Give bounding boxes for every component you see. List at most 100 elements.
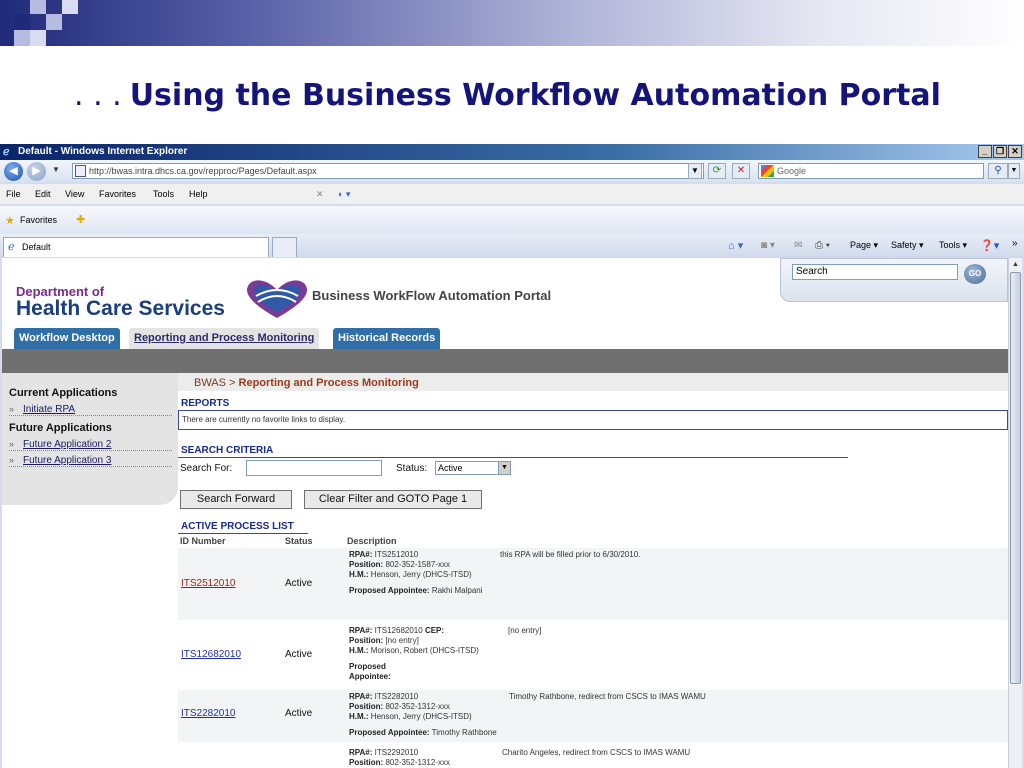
scroll-up-icon[interactable]: ▲ [1010, 259, 1021, 270]
hm-label: H.M.: [349, 646, 369, 655]
menu-tools[interactable]: Tools [153, 184, 174, 204]
url-dropdown-icon[interactable]: ▼ [688, 163, 702, 179]
refresh-icon[interactable]: ⟳ [708, 163, 726, 179]
position-value: 802-352-1587-xxx [385, 560, 450, 569]
cep-label: CEP: [424, 626, 445, 635]
page-scrollbar[interactable]: ▲ [1008, 258, 1022, 768]
status-select-value: Active [438, 463, 463, 473]
help-icon[interactable]: ❓▾ [980, 239, 999, 252]
tools-menu[interactable]: Tools ▾ [939, 240, 967, 251]
url-input[interactable]: http://bwas.intra.dhcs.ca.gov/repproc/Pa… [72, 163, 704, 179]
rpa-value: ITS2512010 [374, 550, 419, 559]
process-status: Active [285, 578, 313, 589]
dhcs-logo: Department of Health Care Services [16, 284, 225, 321]
stop-icon[interactable]: ✕ [732, 163, 750, 179]
sidebar-item-initiate-rpa[interactable]: » Initiate RPA [9, 404, 172, 416]
appointee-value: Timothy Rathbone [431, 728, 497, 737]
appointee-label: Proposed Appointee: [349, 662, 391, 681]
table-row: RPA#: ITS2292010 Position: 802-352-1312-… [178, 746, 1008, 768]
favorites-button[interactable]: Favorites [20, 215, 57, 225]
sidebar-item-label: Initiate RPA [23, 404, 76, 415]
sidebar-item-future-2[interactable]: » Future Application 2 [9, 439, 172, 451]
breadcrumb-current: Reporting and Process Monitoring [238, 377, 419, 389]
position-value: 802-352-1312-xxx [385, 758, 450, 767]
dept-line2: Health Care Services [16, 297, 225, 320]
reports-heading: REPORTS [181, 398, 230, 409]
search-icon[interactable]: ⚲ [988, 163, 1008, 179]
minimize-button[interactable]: _ [978, 145, 992, 158]
go-button[interactable]: GO [964, 264, 986, 284]
favorites-bar: ★ Favorites ✚ [0, 206, 1024, 234]
window-title: Default - Windows Internet Explorer [18, 146, 188, 157]
sidebar-item-future-3[interactable]: » Future Application 3 [9, 455, 172, 467]
tab-default[interactable]: ℯ Default [3, 237, 269, 257]
new-tab-button[interactable] [272, 237, 297, 257]
hm-value: Henson, Jerry (DHCS-ITSD) [370, 712, 472, 721]
sidebar-item-label: Future Application 2 [23, 439, 112, 450]
browser-search-input[interactable]: Google [758, 163, 984, 179]
menu-view[interactable]: View [65, 184, 84, 204]
more-commands-icon[interactable]: » [1012, 238, 1018, 249]
restore-button[interactable]: ❐ [993, 145, 1007, 158]
menu-file[interactable]: File [6, 184, 21, 204]
scrollbar-thumb[interactable] [1010, 272, 1021, 684]
close-button[interactable]: ✕ [1008, 145, 1022, 158]
page-menu[interactable]: Page ▾ [850, 240, 878, 251]
appointee-value: Rakhi Malpani [431, 586, 483, 595]
close-toolbar-icon[interactable]: ✕ [316, 184, 324, 204]
process-id-link[interactable]: ITS2282010 [181, 708, 236, 719]
ie-logo-icon: ℯ [3, 146, 10, 158]
appointee-label: Proposed Appointee: [349, 728, 430, 737]
ie-tab-icon: ℯ [8, 241, 15, 253]
tab-bar: ℯ Default ⌂ ▾ ◙ ▾ ✉ ⎙ ▾ Page ▾ Safety ▾ … [0, 234, 1024, 258]
position-value: [no entry] [385, 636, 419, 645]
menu-favorites[interactable]: Favorites [99, 184, 136, 204]
portal-title: Business WorkFlow Automation Portal [312, 288, 552, 303]
menu-edit[interactable]: Edit [35, 184, 51, 204]
tab-reporting[interactable]: Reporting and Process Monitoring [129, 328, 320, 349]
position-label: Position: [349, 636, 384, 645]
section-divider [178, 533, 308, 534]
window-titlebar: ℯ Default - Windows Internet Explorer _ … [0, 144, 1024, 160]
hm-label: H.M.: [349, 570, 369, 579]
print-icon[interactable]: ⎙ ▾ [815, 240, 830, 251]
menu-help[interactable]: Help [189, 184, 208, 204]
breadcrumb-root[interactable]: BWAS > [194, 377, 235, 389]
position-label: Position: [349, 758, 384, 767]
search-for-label: Search For: [180, 463, 233, 474]
decor-square [46, 14, 62, 30]
sidebar: Current Applications » Initiate RPA Futu… [2, 373, 178, 505]
status-label: Status: [396, 463, 428, 474]
nav-dropdown-icon[interactable]: ▼ [52, 165, 60, 174]
hm-value: Morison, Robert (DHCS-ITSD) [370, 646, 479, 655]
arrow-icon: » [9, 404, 15, 414]
translate-icon[interactable]: ◐ ▾ [338, 184, 350, 204]
slide-title-dots: . . . [74, 78, 122, 113]
home-icon[interactable]: ⌂ ▾ [728, 239, 743, 252]
feeds-icon[interactable]: ◙ ▾ [761, 240, 775, 251]
search-forward-button[interactable]: Search Forward [180, 490, 292, 509]
clear-filter-button[interactable]: Clear Filter and GOTO Page 1 [304, 490, 482, 509]
process-note: [no entry] [508, 626, 542, 635]
tab-workflow-desktop[interactable]: Workflow Desktop [14, 328, 120, 349]
address-bar: ◀ ▶ ▼ http://bwas.intra.dhcs.ca.gov/repp… [0, 160, 1024, 182]
forward-button[interactable]: ▶ [27, 162, 46, 181]
position-label: Position: [349, 560, 384, 569]
safety-menu[interactable]: Safety ▾ [891, 240, 924, 251]
sidebar-current-heading: Current Applications [9, 387, 118, 399]
table-row: ITS2512010 Active RPA#: ITS2512010 Posit… [178, 548, 1008, 620]
favorites-star-icon: ★ [5, 215, 15, 227]
status-select[interactable]: Active ▼ [435, 461, 511, 475]
search-for-input[interactable] [246, 460, 382, 476]
tab-historical-records[interactable]: Historical Records [333, 328, 441, 349]
mail-icon[interactable]: ✉ [794, 240, 802, 251]
sidebar-item-label: Future Application 3 [23, 455, 112, 466]
back-button[interactable]: ◀ [4, 162, 23, 181]
browser-search-placeholder: Google [777, 166, 807, 176]
process-id-link[interactable]: ITS2512010 [181, 578, 236, 589]
process-id-link[interactable]: ITS12682010 [181, 649, 241, 660]
process-description: RPA#: ITS2512010 Position: 802-352-1587-… [349, 550, 497, 596]
portal-search-input[interactable]: Search [792, 264, 958, 280]
add-favorite-icon[interactable]: ✚ [76, 213, 85, 226]
search-options-icon[interactable]: ▼ [1008, 163, 1020, 179]
